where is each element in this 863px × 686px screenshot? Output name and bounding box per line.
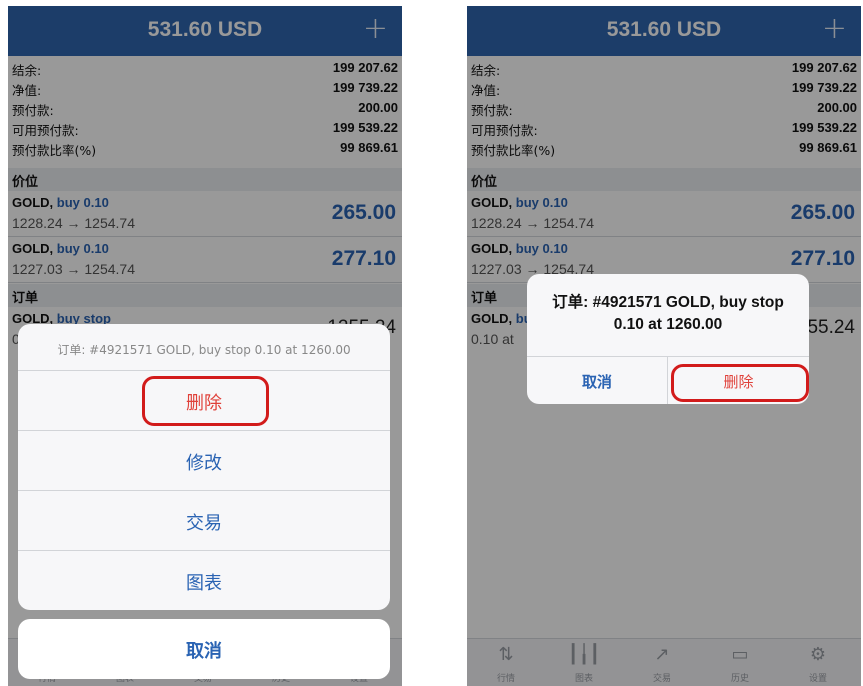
cancel-button[interactable]: 取消	[18, 619, 390, 679]
chart-button[interactable]: 图表	[18, 551, 390, 610]
alert-message: 订单: #4921571 GOLD, buy stop 0.10 at 1260…	[552, 294, 784, 333]
action-sheet-title: 订单: #4921571 GOLD, buy stop 0.10 at 1260…	[18, 324, 390, 371]
modify-order-button[interactable]: 修改	[18, 431, 390, 491]
alert-cancel-button[interactable]: 取消	[527, 357, 668, 404]
highlight-ring-delete	[671, 364, 809, 402]
left-phone-screen: 531.60 USD + 结余: 199 207.62 净值: 199 739.…	[8, 6, 402, 686]
trade-button[interactable]: 交易	[18, 491, 390, 551]
highlight-ring-delete	[142, 376, 269, 426]
right-phone-screen: 531.60 USD + 结余: 199 207.62 净值: 199 739.…	[467, 6, 861, 686]
order-action-sheet: 订单: #4921571 GOLD, buy stop 0.10 at 1260…	[18, 324, 390, 610]
